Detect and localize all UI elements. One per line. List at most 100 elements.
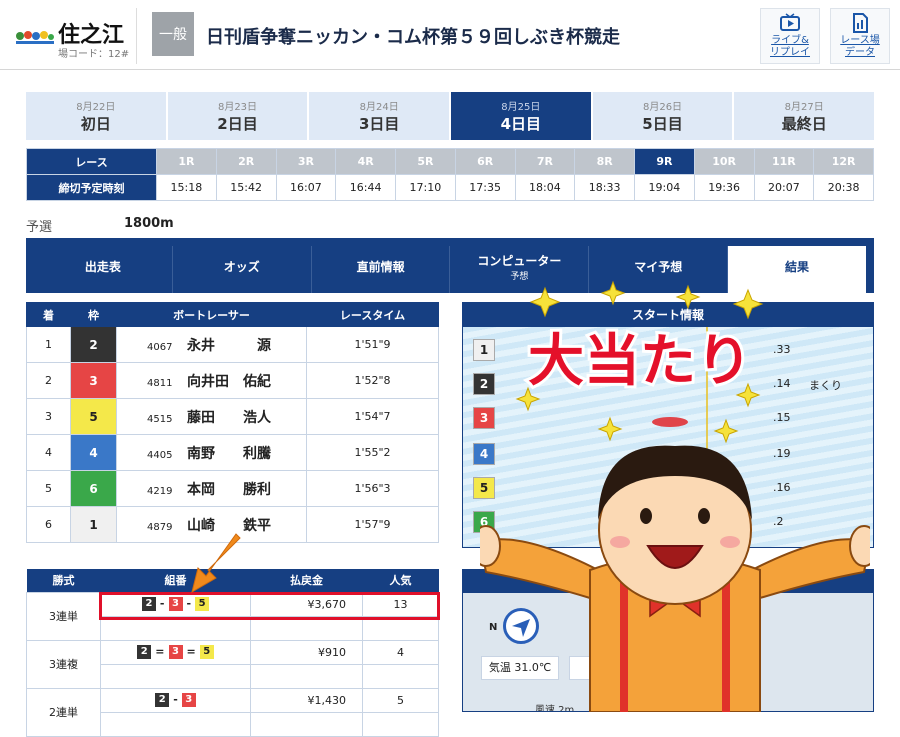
racer-name[interactable]: 向井田 佑紀 bbox=[187, 374, 271, 390]
race-tab-3R[interactable]: 3R bbox=[275, 148, 337, 175]
tv-play-icon bbox=[780, 13, 800, 31]
day-tab-1[interactable]: 8月22日 初日 bbox=[26, 92, 166, 140]
racer-name[interactable]: 本岡 勝利 bbox=[187, 482, 271, 498]
day-tab-4[interactable]: 8月25日 4日目 bbox=[451, 92, 591, 140]
blank-cell bbox=[362, 663, 439, 689]
start-kimarite: まくり bbox=[809, 379, 842, 392]
tab-4[interactable]: コンピューター 予想 bbox=[450, 246, 590, 293]
payout-row: 2連単 2-3 ¥1,430 5 bbox=[26, 687, 439, 737]
start-info-title: スタート情報 bbox=[463, 303, 873, 327]
race-info: 予選 1800m bbox=[26, 216, 174, 235]
day-date: 8月24日 bbox=[359, 102, 399, 113]
day-label: 3日目 bbox=[358, 115, 400, 133]
tab-3[interactable]: 直前情報 bbox=[312, 246, 451, 293]
day-selector: 8月22日 初日 8月23日 2日目 8月24日 3日目 8月25日 4日目 8月26日 5日目 8… bbox=[26, 92, 875, 140]
racer-name[interactable]: 永井 源 bbox=[187, 338, 271, 354]
frame-badge: 1 bbox=[70, 506, 117, 543]
racer-name[interactable]: 藤田 浩人 bbox=[187, 410, 271, 426]
race-row-label: レース bbox=[26, 148, 157, 175]
start-diagram: 1 .33 2 .14 まくり 3 .15 4 .19 5 .16 6 .2 bbox=[463, 327, 873, 547]
finish-place: 5 bbox=[26, 470, 71, 507]
start-info-panel: スタート情報 1 .33 2 .14 まくり 3 .15 4 .19 5 .16 6 .2 bbox=[462, 302, 874, 548]
tab-label: オッズ bbox=[223, 260, 260, 274]
payout-row: 3連複 2 = 3 = 5 ¥910 4 bbox=[26, 639, 439, 689]
race-deadline: 16:44 bbox=[335, 174, 396, 201]
day-tab-2[interactable]: 8月23日 2日目 bbox=[167, 92, 308, 140]
tab-label: 直前情報 bbox=[356, 260, 405, 274]
racer-name[interactable]: 南野 利騰 bbox=[187, 446, 271, 462]
blank-cell bbox=[100, 663, 251, 689]
blank-cell bbox=[362, 711, 439, 737]
day-label: 2日目 bbox=[217, 115, 258, 133]
race-tab-5R[interactable]: 5R bbox=[395, 148, 456, 175]
combo-badge: 3 bbox=[168, 645, 183, 659]
race-series-title: 日刊盾争奪ニッカン・コム杯第５９回しぶき杯競走 bbox=[206, 27, 620, 48]
race-tab-4R[interactable]: 4R bbox=[335, 148, 396, 175]
race-time: 1'51"9 bbox=[306, 326, 439, 363]
result-row: 2 3 4811 向井田 佑紀 1'52"8 bbox=[26, 362, 439, 399]
live-replay-label-1: ライブ& bbox=[771, 35, 809, 46]
venue-data-label-1: レース場 bbox=[840, 35, 880, 46]
combo-separator: - bbox=[173, 693, 178, 706]
tab-5[interactable]: マイ予想 bbox=[589, 246, 729, 293]
race-tab-6R[interactable]: 6R bbox=[454, 148, 516, 175]
race-deadline: 15:18 bbox=[156, 174, 217, 201]
blank-cell bbox=[100, 711, 251, 737]
finish-place: 4 bbox=[26, 434, 71, 471]
race-deadline: 15:42 bbox=[215, 174, 277, 201]
racer-cell: 4067 永井 源 bbox=[116, 326, 307, 363]
racer-cell: 4811 向井田 佑紀 bbox=[116, 362, 307, 399]
venue-logo-icon bbox=[16, 31, 54, 44]
day-tab-5[interactable]: 8月26日 5日目 bbox=[592, 92, 733, 140]
col-bet-type: 勝式 bbox=[26, 569, 101, 592]
header-divider bbox=[136, 8, 137, 64]
start-timing: .16 bbox=[773, 481, 791, 494]
race-tab-7R[interactable]: 7R bbox=[514, 148, 576, 175]
day-tab-6[interactable]: 8月27日 最終日 bbox=[734, 92, 875, 140]
deadline-row-label: 締切予定時刻 bbox=[26, 174, 157, 201]
start-timing: .33 bbox=[773, 343, 791, 356]
race-deadline: 16:07 bbox=[275, 174, 337, 201]
start-frame-badge: 4 bbox=[473, 443, 495, 465]
race-tab-9R[interactable]: 9R bbox=[634, 148, 695, 175]
race-tab-10R[interactable]: 10R bbox=[693, 148, 755, 175]
finish-place: 3 bbox=[26, 398, 71, 435]
weather-header-right: 返還 bbox=[756, 575, 779, 589]
race-tab-11R[interactable]: 11R bbox=[753, 148, 815, 175]
compass-north: N bbox=[489, 622, 498, 633]
race-time: 1'57"9 bbox=[306, 506, 439, 543]
race-deadline: 19:36 bbox=[693, 174, 755, 201]
tab-1[interactable]: 出走表 bbox=[34, 246, 173, 293]
racer-cell: 4515 藤田 浩人 bbox=[116, 398, 307, 435]
blank-cell bbox=[250, 711, 363, 737]
tab-2[interactable]: オッズ bbox=[173, 246, 312, 293]
racer-id: 4879 bbox=[147, 521, 173, 533]
combo-badge: 5 bbox=[199, 645, 214, 659]
day-date: 8月22日 bbox=[76, 102, 116, 113]
finish-place: 2 bbox=[26, 362, 71, 399]
racer-cell: 4219 本岡 勝利 bbox=[116, 470, 307, 507]
payout-amount: ¥1,430 bbox=[250, 687, 363, 713]
start-timing: .19 bbox=[773, 447, 791, 460]
race-tab-2R[interactable]: 2R bbox=[215, 148, 277, 175]
race-deadline: 20:07 bbox=[753, 174, 815, 201]
racer-id: 4219 bbox=[147, 485, 173, 497]
bet-type: 2連単 bbox=[26, 687, 101, 737]
race-time: 1'55"2 bbox=[306, 434, 439, 471]
day-tab-3[interactable]: 8月24日 3日目 bbox=[309, 92, 450, 140]
race-tab-1R[interactable]: 1R bbox=[156, 148, 217, 175]
bet-type: 3連複 bbox=[26, 639, 101, 689]
page-header: 住之江 場コード：12# 一般 日刊盾争奪ニッカン・コム杯第５９回しぶき杯競走 … bbox=[0, 0, 900, 70]
race-schedule-table: レース 1R 2R 3R 4R 5R 6R 7R 8R 9R 10R 11R 12R 締切予定時刻 15:… bbox=[26, 148, 874, 201]
race-time: 1'56"3 bbox=[306, 470, 439, 507]
race-tab-12R[interactable]: 12R bbox=[813, 148, 874, 175]
venue-data-button[interactable]: レース場 データ bbox=[830, 8, 890, 64]
bet-type: 3連単 bbox=[26, 591, 101, 641]
race-tab-8R[interactable]: 8R bbox=[574, 148, 635, 175]
tab-label: コンピューター bbox=[477, 253, 562, 268]
col-place: 着 bbox=[26, 302, 71, 327]
race-deadline: 17:10 bbox=[395, 174, 456, 201]
tab-6[interactable]: 結果 bbox=[728, 246, 866, 293]
live-replay-button[interactable]: ライブ& リプレイ bbox=[760, 8, 820, 64]
result-row: 5 6 4219 本岡 勝利 1'56"3 bbox=[26, 470, 439, 507]
